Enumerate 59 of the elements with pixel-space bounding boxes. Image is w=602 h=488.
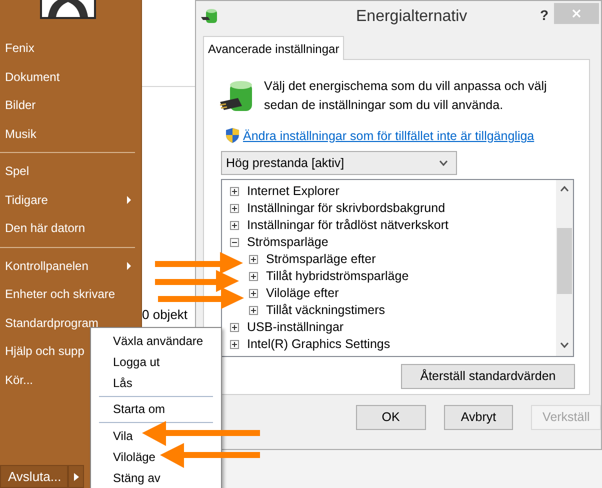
tab[interactable]: Avancerade inställningar xyxy=(203,36,344,60)
settings-link[interactable]: Ändra inställningar som för tillfället inte är tillgängliga xyxy=(243,127,534,146)
menu-item[interactable]: Vila xyxy=(91,425,221,446)
menu-item[interactable]: Spel xyxy=(0,157,141,186)
shutdown-button[interactable]: Avsluta... xyxy=(0,465,68,488)
caret-icon xyxy=(74,472,78,480)
expand-icon[interactable] xyxy=(230,340,239,349)
restore-defaults-button[interactable]: Återställ standardvärden xyxy=(401,364,575,389)
status-text: 0 objekt xyxy=(142,306,188,324)
tree-item[interactable]: Internet Explorer xyxy=(247,182,340,201)
scrollbar-thumb[interactable] xyxy=(557,228,572,294)
shutdown-options-button[interactable] xyxy=(68,465,84,488)
help-button[interactable]: ? xyxy=(540,5,549,26)
expand-icon[interactable] xyxy=(230,323,239,332)
scroll-up-icon[interactable] xyxy=(560,186,569,192)
menu-item[interactable]: Logga ut xyxy=(91,351,221,373)
tree-item[interactable]: Strömsparläge efter xyxy=(266,250,376,269)
shield-icon xyxy=(226,128,239,143)
dialog-button[interactable]: OK xyxy=(356,405,426,430)
tree-item[interactable]: Viloläge efter xyxy=(266,284,339,303)
window-title: Energialternativ xyxy=(356,7,468,27)
tree-item[interactable]: Strömsparläge xyxy=(247,233,328,252)
expand-icon[interactable] xyxy=(249,272,258,281)
tree-item[interactable]: Intel(R) Graphics Settings xyxy=(247,335,390,354)
menu-item[interactable]: Lås xyxy=(91,372,221,394)
tree-item[interactable]: Tillåt hybridströmsparläge xyxy=(266,267,409,286)
caret-icon xyxy=(127,196,131,204)
menu-item[interactable]: Fenix xyxy=(0,34,141,62)
user-avatar-icon[interactable] xyxy=(40,0,96,19)
expand-icon[interactable] xyxy=(230,221,239,230)
menu-item[interactable]: Bilder xyxy=(0,91,141,120)
collapse-icon[interactable] xyxy=(230,238,239,247)
menu-item[interactable]: Stäng av xyxy=(91,468,221,488)
expand-icon[interactable] xyxy=(230,187,239,196)
plan-select[interactable]: Hög prestanda [aktiv] xyxy=(221,151,457,175)
menu-item[interactable]: Viloläge xyxy=(91,446,221,468)
menu-item[interactable]: Kontrollpanelen xyxy=(0,252,141,280)
menu-item[interactable]: Dokument xyxy=(0,62,141,91)
tree-item[interactable]: USB-inställningar xyxy=(247,318,344,337)
menu-item[interactable]: Enheter och skrivare xyxy=(0,280,141,308)
description-text: Välj det energischema som du vill anpassa och välj sedan de inställningar som du vill använda. xyxy=(264,78,548,114)
menu-item[interactable]: Tidigare xyxy=(0,186,141,214)
battery-plug-icon xyxy=(201,8,219,24)
scrollbar[interactable] xyxy=(556,180,573,356)
expand-icon[interactable] xyxy=(249,289,258,298)
tree-item[interactable]: Inställningar för skrivbordsbakgrund xyxy=(247,199,446,218)
caret-icon xyxy=(127,262,131,270)
dialog-button[interactable]: Avbryt xyxy=(444,405,514,430)
tree-item[interactable]: Tillåt väckningstimers xyxy=(266,301,386,320)
menu-item[interactable]: Starta om xyxy=(91,398,221,420)
tree-item[interactable]: Inställningar för trådlöst nätverkskort xyxy=(247,216,448,235)
close-icon xyxy=(572,9,581,18)
expand-icon[interactable] xyxy=(249,306,258,315)
menu-item[interactable]: Musik xyxy=(0,120,141,148)
expand-icon[interactable] xyxy=(249,255,258,264)
menu-item[interactable]: Den här datorn xyxy=(0,214,141,242)
chevron-down-icon xyxy=(439,160,448,166)
expand-icon[interactable] xyxy=(230,204,239,213)
scroll-down-icon[interactable] xyxy=(560,342,569,348)
